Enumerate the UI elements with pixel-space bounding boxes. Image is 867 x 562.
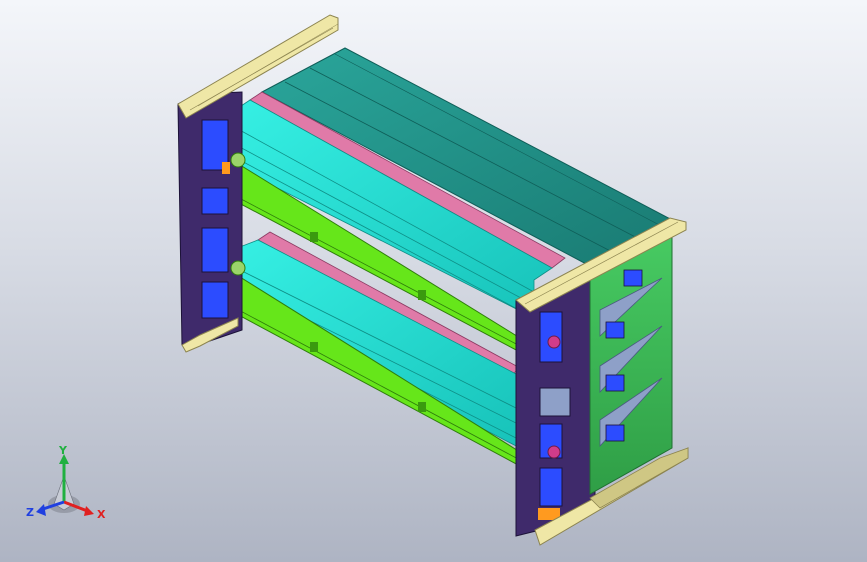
coordinate-triad: Y X Z [26,446,106,521]
left-window-lower [201,227,229,273]
cad-viewport[interactable]: Y X Z [0,0,867,562]
left-pulley-upper [230,152,246,168]
rail-bracket [418,290,426,300]
right-green-window [605,321,625,339]
x-axis-label: X [97,508,106,521]
x-axis-arrowhead [84,506,94,516]
right-window-bottom [539,467,563,507]
rail-bracket [310,232,318,242]
right-green-window [605,424,625,442]
rail-bracket [418,402,426,412]
left-end-frame [177,91,246,346]
z-axis-label: Z [26,506,34,519]
left-pulley-lower [230,260,246,276]
left-window-middle [201,187,229,215]
right-panel-middle [539,387,571,417]
right-green-window [605,374,625,392]
assembly-model[interactable] [0,0,867,562]
rail-bracket [310,342,318,352]
right-pulley-lower [547,445,561,459]
right-pulley-upper [547,335,561,349]
left-orange-block [222,162,230,174]
left-window-bottom [201,281,229,319]
y-axis-label: Y [58,446,68,457]
right-green-window [623,269,643,287]
z-axis-arrowhead [36,504,46,516]
